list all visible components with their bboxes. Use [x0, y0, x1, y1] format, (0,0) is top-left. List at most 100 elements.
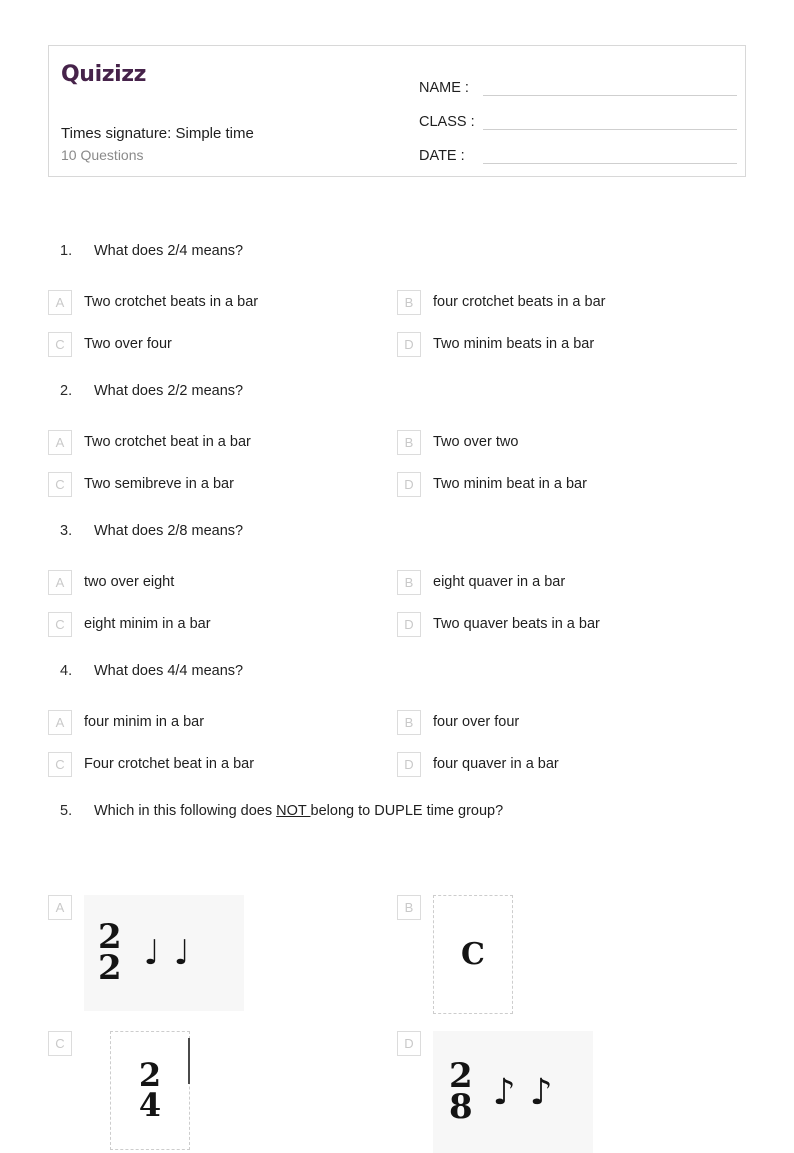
- time-signature-bottom: 4: [138, 1085, 162, 1124]
- option-text-1a: Two crotchet beats in a bar: [84, 294, 259, 310]
- option-image-5a[interactable]: 2 2 ♩♩: [84, 895, 244, 1011]
- option-5d[interactable]: D 2 8 ♪♪: [397, 1031, 593, 1153]
- question-text-3: What does 2/8 means?: [94, 523, 244, 539]
- question-number-4: 4.: [60, 663, 73, 679]
- time-signature-bottom: 8: [449, 1087, 473, 1127]
- common-time-image: C: [433, 895, 513, 1014]
- class-input-line[interactable]: [483, 128, 737, 130]
- minim-notes-glyph: ♩♩: [143, 933, 204, 973]
- option-letter-c: C: [48, 332, 72, 357]
- quiz-title: Times signature: Simple time: [61, 125, 254, 142]
- option-5c[interactable]: C 2 4: [48, 1031, 190, 1150]
- question-text-1: What does 2/4 means?: [94, 243, 244, 259]
- option-text-4b: four over four: [433, 714, 520, 730]
- option-letter-d: D: [397, 612, 421, 637]
- option-text-3a: two over eight: [84, 574, 175, 590]
- option-letter-c: C: [48, 1031, 72, 1056]
- option-text-4c: Four crotchet beat in a bar: [84, 756, 255, 772]
- date-field-label: DATE :: [419, 148, 465, 164]
- date-input-line[interactable]: [483, 162, 737, 164]
- question-text-5: Which in this following does NOT belong …: [94, 803, 503, 819]
- option-1b[interactable]: B four crotchet beats in a bar: [397, 290, 606, 315]
- question-heading-2: 2. What does 2/2 means?: [60, 383, 243, 399]
- time-signature-2-8-image: 2 8 ♪♪: [433, 1031, 593, 1153]
- option-4d[interactable]: D four quaver in a bar: [397, 752, 559, 777]
- option-text-4a: four minim in a bar: [84, 714, 205, 730]
- option-1d[interactable]: D Two minim beats in a bar: [397, 332, 594, 357]
- option-letter-a: A: [48, 710, 72, 735]
- question-heading-3: 3. What does 2/8 means?: [60, 523, 243, 539]
- question-heading-5: 5. Which in this following does NOT belo…: [60, 803, 503, 819]
- option-text-4d: four quaver in a bar: [433, 756, 559, 772]
- option-letter-b: B: [397, 570, 421, 595]
- option-image-5d[interactable]: 2 8 ♪♪: [433, 1031, 593, 1153]
- quiz-header-card: Quizizz Times signature: Simple time 10 …: [48, 45, 746, 177]
- option-letter-c: C: [48, 472, 72, 497]
- option-text-2b: Two over two: [433, 434, 519, 450]
- option-text-2d: Two minim beat in a bar: [433, 476, 587, 492]
- question-text-5-after: belong to DUPLE time group?: [310, 803, 504, 819]
- option-text-1b: four crotchet beats in a bar: [433, 294, 606, 310]
- option-letter-b: B: [397, 430, 421, 455]
- option-image-5b[interactable]: C: [433, 895, 513, 1014]
- barline-mark: [188, 1038, 190, 1084]
- option-1a[interactable]: A Two crotchet beats in a bar: [48, 290, 258, 315]
- option-letter-d: D: [397, 472, 421, 497]
- question-heading-4: 4. What does 4/4 means?: [60, 663, 243, 679]
- question-number-1: 1.: [60, 243, 73, 259]
- option-2c[interactable]: C Two semibreve in a bar: [48, 472, 234, 497]
- question-text-5-before: Which in this following does: [94, 803, 277, 819]
- class-field-row: CLASS :: [419, 100, 737, 134]
- option-letter-d: D: [397, 752, 421, 777]
- option-5a[interactable]: A 2 2 ♩♩: [48, 895, 244, 1011]
- option-letter-b: B: [397, 290, 421, 315]
- option-letter-c: C: [48, 612, 72, 637]
- time-signature-glyph: 2 8: [449, 1059, 473, 1127]
- option-1c[interactable]: C Two over four: [48, 332, 172, 357]
- class-field-label: CLASS :: [419, 114, 475, 130]
- option-letter-c: C: [48, 752, 72, 777]
- option-text-3d: Two quaver beats in a bar: [433, 616, 600, 632]
- time-signature-glyph: 2 2: [98, 920, 122, 988]
- question-number-3: 3.: [60, 523, 73, 539]
- option-image-5c[interactable]: 2 4: [110, 1031, 190, 1150]
- option-4a[interactable]: A four minim in a bar: [48, 710, 204, 735]
- time-signature-glyph: 2 4: [138, 1059, 162, 1124]
- time-signature-2-4-image: 2 4: [110, 1031, 190, 1150]
- option-2b[interactable]: B Two over two: [397, 430, 518, 455]
- common-time-c-glyph: C: [461, 937, 485, 972]
- option-letter-a: A: [48, 895, 72, 920]
- header-left-panel: Quizizz Times signature: Simple time 10 …: [61, 46, 411, 176]
- question-number-5: 5.: [60, 803, 73, 819]
- option-4b[interactable]: B four over four: [397, 710, 519, 735]
- option-3d[interactable]: D Two quaver beats in a bar: [397, 612, 600, 637]
- student-info-fields: NAME : CLASS : DATE :: [419, 66, 737, 168]
- option-text-3b: eight quaver in a bar: [433, 574, 566, 590]
- option-letter-a: A: [48, 430, 72, 455]
- time-signature-bottom: 2: [98, 948, 122, 988]
- option-3c[interactable]: C eight minim in a bar: [48, 612, 211, 637]
- option-letter-d: D: [397, 1031, 421, 1056]
- quaver-notes-glyph: ♪♪: [492, 1071, 567, 1113]
- option-3a[interactable]: A two over eight: [48, 570, 174, 595]
- option-3b[interactable]: B eight quaver in a bar: [397, 570, 565, 595]
- question-text-4: What does 4/4 means?: [94, 663, 244, 679]
- date-field-row: DATE :: [419, 134, 737, 168]
- option-letter-d: D: [397, 332, 421, 357]
- option-letter-b: B: [397, 895, 421, 920]
- option-text-2c: Two semibreve in a bar: [84, 476, 234, 492]
- question-count-label: 10 Questions: [61, 147, 144, 163]
- option-text-1c: Two over four: [84, 336, 172, 352]
- option-2d[interactable]: D Two minim beat in a bar: [397, 472, 587, 497]
- option-5b[interactable]: B C: [397, 895, 513, 1014]
- option-text-3c: eight minim in a bar: [84, 616, 211, 632]
- option-letter-b: B: [397, 710, 421, 735]
- option-4c[interactable]: C Four crotchet beat in a bar: [48, 752, 254, 777]
- name-field-row: NAME :: [419, 66, 737, 100]
- time-signature-2-2-image: 2 2 ♩♩: [84, 895, 244, 1011]
- quizizz-logo: Quizizz: [61, 62, 147, 87]
- option-2a[interactable]: A Two crotchet beat in a bar: [48, 430, 251, 455]
- question-text-5-emphasis: NOT: [276, 803, 311, 819]
- option-text-2a: Two crotchet beat in a bar: [84, 434, 251, 450]
- name-input-line[interactable]: [483, 94, 737, 96]
